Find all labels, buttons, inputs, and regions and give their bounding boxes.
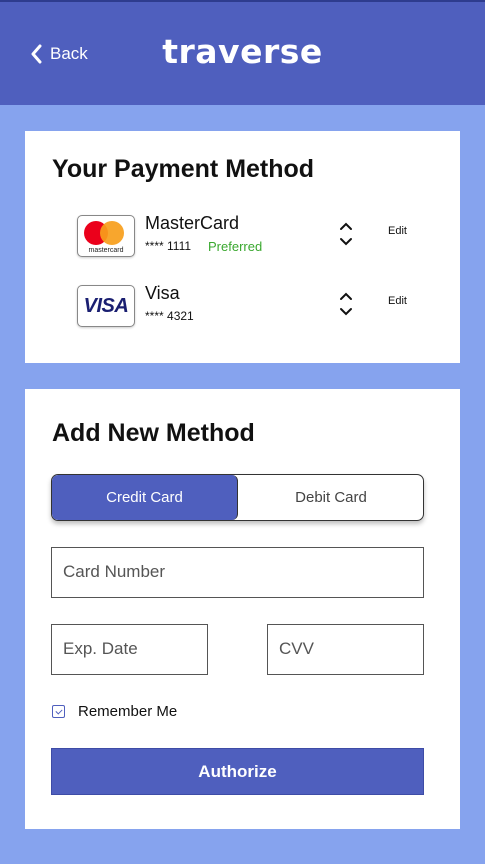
mastercard-logo: mastercard [77,215,135,257]
visa-logo: VISA [77,285,135,327]
edit-button[interactable]: Edit [388,295,407,307]
tab-credit-card[interactable]: Credit Card [52,475,238,520]
checkbox-icon[interactable] [52,705,65,718]
edit-button[interactable]: Edit [388,225,407,237]
exp-date-input[interactable]: Exp. Date [51,624,208,675]
chevron-up-down-icon[interactable] [339,291,353,317]
authorize-button[interactable]: Authorize [51,748,424,795]
add-method-title: Add New Method [52,419,255,447]
payment-method-number: **** 4321 [145,309,194,323]
payment-methods-title: Your Payment Method [52,155,315,183]
payment-method-number: **** 1111 [145,239,192,253]
tab-debit-card[interactable]: Debit Card [238,475,423,520]
cvv-input[interactable]: CVV [267,624,424,675]
payment-method-item[interactable]: VISA Visa **** 4321 Edit [77,283,427,329]
chevron-up-down-icon[interactable] [339,221,353,247]
app-logo: traverse [162,32,323,71]
app-header: Back traverse [0,0,485,105]
remember-me-label: Remember Me [78,703,178,720]
payment-methods-card: Your Payment Method mastercard MasterCar… [25,131,460,363]
card-type-toggle: Credit Card Debit Card [51,474,424,521]
add-method-card: Add New Method Credit Card Debit Card Ca… [25,389,460,829]
card-number-input[interactable]: Card Number [51,547,424,598]
preferred-badge: Preferred [208,239,263,254]
payment-method-name: MasterCard [145,213,240,233]
payment-method-item[interactable]: mastercard MasterCard **** 1111 Preferre… [77,213,427,259]
payment-method-name: Visa [145,283,180,303]
remember-me-option[interactable]: Remember Me [52,703,177,720]
